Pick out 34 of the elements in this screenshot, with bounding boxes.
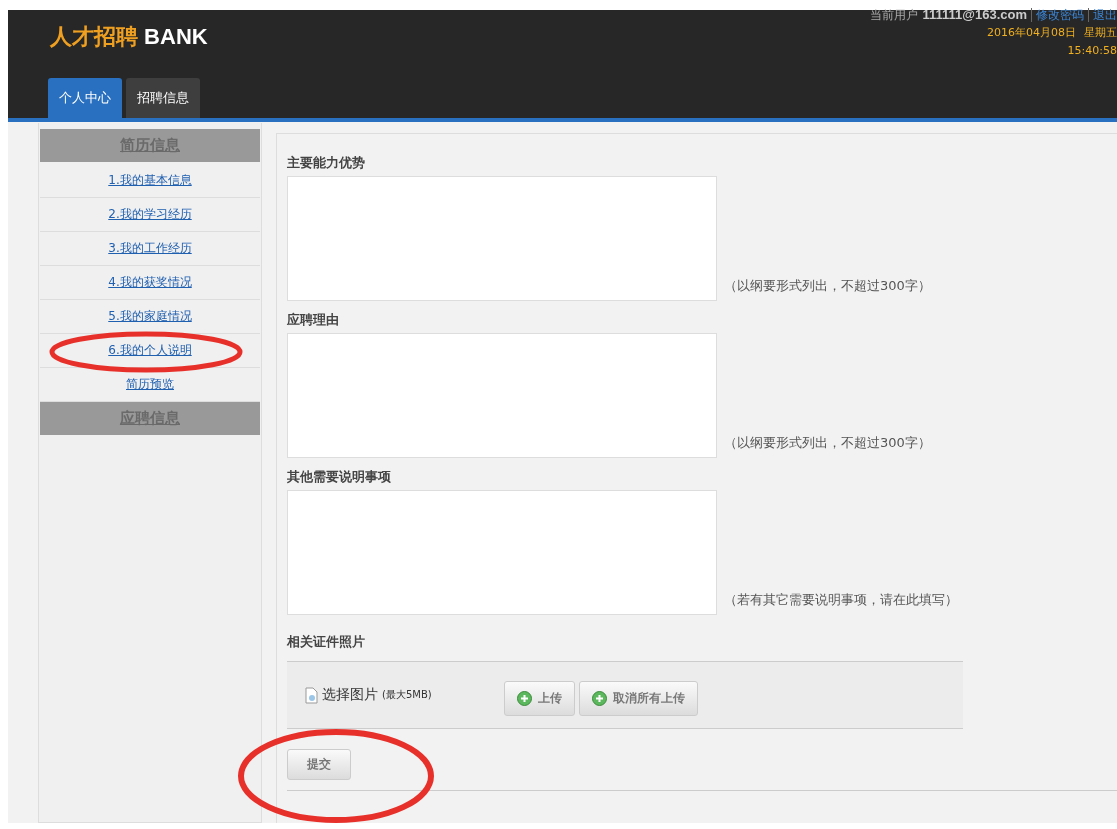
sidebar-link[interactable]: 5.我的家庭情况: [40, 300, 260, 334]
header-link[interactable]: 修改密码: [1031, 8, 1084, 22]
submit-button[interactable]: 提交: [287, 749, 351, 780]
sidebar-link[interactable]: 2.我的学习经历: [40, 198, 260, 232]
size-limit-text: (最大5MB): [382, 688, 432, 702]
sidebar-link[interactable]: 4.我的获奖情况: [40, 266, 260, 300]
current-user-label: 当前用户: [870, 8, 919, 22]
user-email: 111111@163.com: [922, 7, 1027, 22]
choose-image-button[interactable]: 选择图片: [305, 686, 378, 704]
text-area[interactable]: [287, 333, 717, 458]
time-text: 15:40:58: [1067, 44, 1117, 57]
field-hint: （以纲要形式列出，不超过300字）: [724, 277, 931, 295]
field-label: 主要能力优势: [287, 154, 366, 172]
sidebar-link[interactable]: 3.我的工作经历: [40, 232, 260, 266]
nav-tab[interactable]: 个人中心: [48, 78, 122, 118]
field-label: 相关证件照片: [287, 633, 366, 651]
plus-icon: [591, 690, 607, 706]
field-hint: （若有其它需要说明事项，请在此填写）: [724, 591, 958, 609]
upload-button[interactable]: 取消所有上传: [578, 680, 698, 716]
date-text: 2016年04月08日: [987, 26, 1076, 39]
field-hint: （以纲要形式列出，不超过300字）: [724, 434, 931, 452]
header-link[interactable]: 退出: [1088, 8, 1117, 22]
nav-tab[interactable]: 招聘信息: [126, 78, 200, 118]
plus-icon: [516, 690, 532, 706]
field-label: 其他需要说明事项: [287, 468, 392, 486]
weekday-text: 星期五: [1084, 26, 1117, 39]
sidebar-link[interactable]: 1.我的基本信息: [40, 164, 260, 198]
text-area[interactable]: [287, 176, 717, 301]
site-logo: 人才招聘 BANK: [50, 23, 208, 51]
field-label: 应聘理由: [287, 311, 340, 329]
upload-button[interactable]: 上传: [503, 680, 575, 716]
text-area[interactable]: [287, 490, 717, 615]
file-icon: [305, 686, 318, 704]
sidebar-link[interactable]: 6.我的个人说明: [40, 334, 260, 368]
